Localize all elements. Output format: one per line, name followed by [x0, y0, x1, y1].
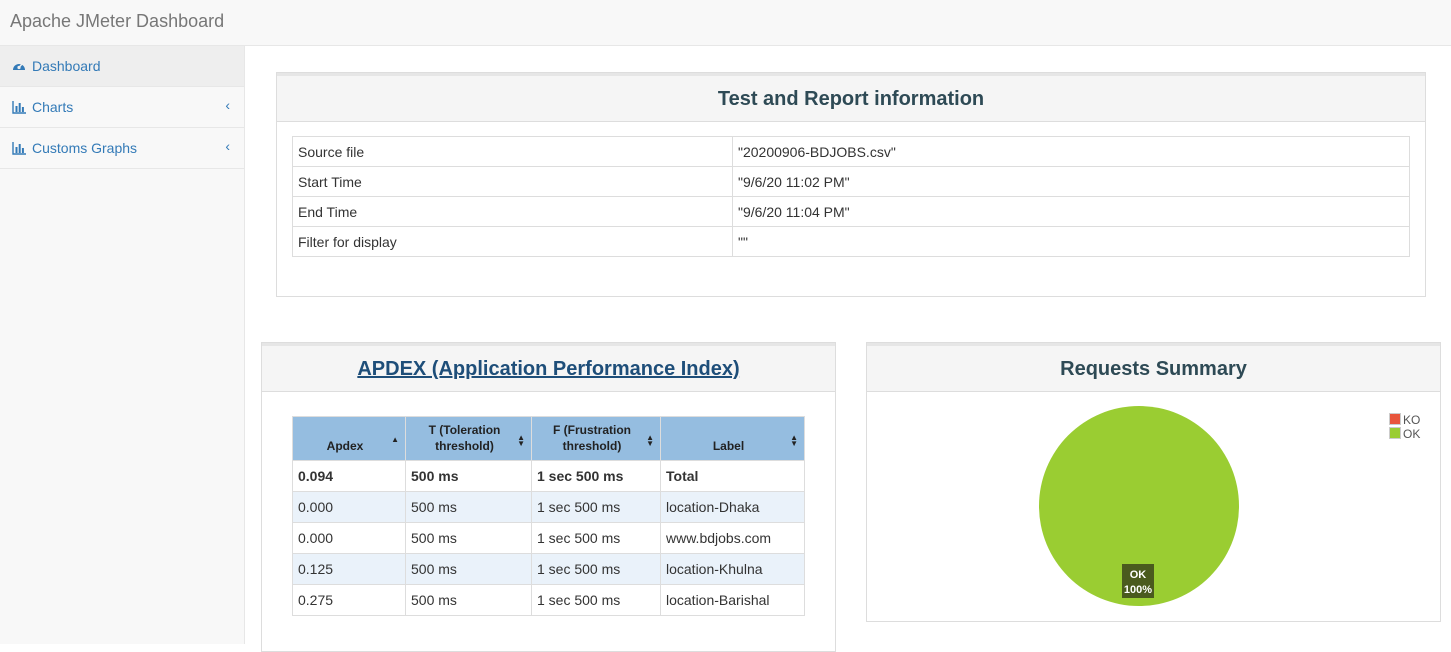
app-title[interactable]: Apache JMeter Dashboard: [10, 11, 224, 32]
cell-frustration: 1 sec 500 ms: [531, 553, 661, 585]
cell-toleration: 500 ms: [405, 522, 532, 554]
sort-asc-icon: ▲: [391, 435, 399, 444]
column-header-frustration[interactable]: F (Frustration threshold) ▲ ▼: [531, 416, 661, 461]
cell-label: location-Khulna: [660, 553, 805, 585]
column-header-label: T (Toleration threshold): [428, 423, 501, 453]
cell-apdex: 0.000: [292, 522, 406, 554]
cell-apdex: 0.275: [292, 584, 406, 616]
table-row: End Time "9/6/20 11:04 PM": [292, 196, 1410, 227]
column-header-label: F (Frustration threshold): [553, 423, 631, 453]
test-info-title: Test and Report information: [277, 73, 1425, 122]
info-key: End Time: [292, 196, 733, 227]
sort-icon: ▲ ▼: [517, 433, 525, 448]
test-info-table: Source file "20200906-BDJOBS.csv" Start …: [292, 136, 1410, 257]
cell-frustration: 1 sec 500 ms: [531, 460, 661, 492]
chart-legend: KO OK: [1389, 413, 1420, 441]
column-header-label: Apdex: [326, 439, 364, 453]
legend-label: KO: [1403, 413, 1421, 427]
sidebar-item-dashboard[interactable]: Dashboard: [0, 46, 244, 87]
requests-pie-chart: OK 100%: [1039, 406, 1239, 606]
dashboard-icon: [13, 63, 25, 70]
legend-item-ok[interactable]: OK: [1389, 427, 1420, 441]
top-navbar: Apache JMeter Dashboard: [0, 0, 1451, 46]
sort-icon: ▲ ▼: [646, 433, 654, 448]
info-value: "": [732, 226, 1410, 257]
chevron-left-icon[interactable]: ‹: [225, 138, 230, 154]
bar-chart-icon: [12, 101, 26, 114]
requests-summary-panel: Requests Summary OK 100% KO OK: [866, 342, 1441, 622]
cell-toleration: 500 ms: [405, 491, 532, 523]
info-value: "20200906-BDJOBS.csv": [732, 136, 1410, 167]
test-info-panel: Test and Report information Source file …: [276, 72, 1426, 297]
cell-label: location-Barishal: [660, 584, 805, 616]
cell-apdex: 0.000: [292, 491, 406, 523]
info-value: "9/6/20 11:04 PM": [732, 196, 1410, 227]
info-value: "9/6/20 11:02 PM": [732, 166, 1410, 197]
column-header-apdex[interactable]: Apdex ▲: [292, 416, 406, 461]
table-header-row: Apdex ▲ T (Toleration threshold) ▲ ▼ F (F…: [292, 416, 805, 461]
sidebar-item-customs-graphs[interactable]: Customs Graphs ‹: [0, 128, 244, 169]
info-key: Start Time: [292, 166, 733, 197]
cell-frustration: 1 sec 500 ms: [531, 584, 661, 616]
sidebar-item-label: Dashboard: [32, 58, 101, 74]
cell-label: location-Dhaka: [660, 491, 805, 523]
info-key: Filter for display: [292, 226, 733, 257]
chevron-left-icon[interactable]: ‹: [225, 97, 230, 113]
column-header-label-col[interactable]: Label ▲ ▼: [660, 416, 805, 461]
cell-label: www.bdjobs.com: [660, 522, 805, 554]
pie-label-percent: 100%: [1124, 584, 1152, 596]
table-row-total: 0.094 500 ms 1 sec 500 ms Total: [292, 460, 805, 492]
cell-toleration: 500 ms: [405, 584, 532, 616]
legend-item-ko[interactable]: KO: [1389, 413, 1420, 427]
apdex-panel-head: APDEX (Application Performance Index): [262, 343, 835, 392]
sidebar-item-charts[interactable]: Charts ‹: [0, 87, 244, 128]
cell-toleration: 500 ms: [405, 460, 532, 492]
legend-swatch: [1389, 413, 1401, 425]
apdex-title-link[interactable]: APDEX (Application Performance Index): [357, 358, 739, 380]
cell-toleration: 500 ms: [405, 553, 532, 585]
table-row: 0.275 500 ms 1 sec 500 ms location-Baris…: [292, 584, 805, 616]
table-row: Filter for display "": [292, 226, 1410, 257]
table-row: Start Time "9/6/20 11:02 PM": [292, 166, 1410, 197]
apdex-panel: APDEX (Application Performance Index) Ap…: [261, 342, 836, 652]
table-row: 0.125 500 ms 1 sec 500 ms location-Khuln…: [292, 553, 805, 585]
cell-frustration: 1 sec 500 ms: [531, 522, 661, 554]
cell-label: Total: [660, 460, 805, 492]
sidebar-item-label: Charts: [32, 99, 74, 115]
bar-chart-icon: [12, 142, 26, 155]
info-key: Source file: [292, 136, 733, 167]
apdex-table: Apdex ▲ T (Toleration threshold) ▲ ▼ F (F…: [292, 416, 805, 616]
table-row: 0.000 500 ms 1 sec 500 ms location-Dhaka: [292, 491, 805, 523]
table-row: Source file "20200906-BDJOBS.csv": [292, 136, 1410, 167]
column-header-toleration[interactable]: T (Toleration threshold) ▲ ▼: [405, 416, 532, 461]
pie-label-category: OK: [1130, 569, 1147, 581]
cell-apdex: 0.125: [292, 553, 406, 585]
table-row: 0.000 500 ms 1 sec 500 ms www.bdjobs.com: [292, 522, 805, 554]
requests-summary-title: Requests Summary: [867, 343, 1440, 392]
sidebar-item-label: Customs Graphs: [32, 140, 138, 156]
cell-frustration: 1 sec 500 ms: [531, 491, 661, 523]
sidebar: Dashboard Charts ‹ Customs Graphs ‹: [0, 46, 245, 644]
column-header-label: Label: [712, 439, 745, 453]
cell-apdex: 0.094: [292, 460, 406, 492]
sort-icon: ▲ ▼: [790, 433, 798, 448]
legend-swatch: [1389, 427, 1401, 439]
pie-slice-label: OK 100%: [1122, 564, 1154, 598]
legend-label: OK: [1403, 427, 1421, 441]
